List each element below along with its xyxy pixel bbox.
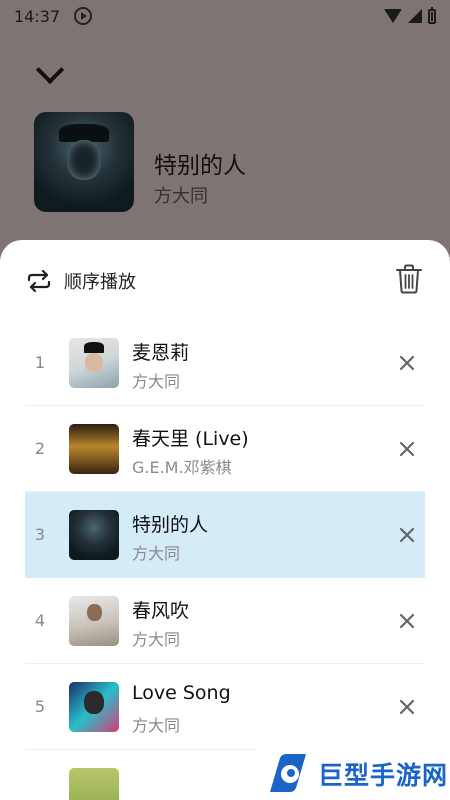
watermark-logo-icon: [270, 754, 306, 792]
song-row[interactable]: 5 Love Song 方大同: [25, 664, 425, 750]
song-list: 1 麦恩莉 方大同 2 春天里 (Live) G.E.M.邓紫棋 3 特别的人 …: [25, 320, 425, 750]
playlist-header: 顺序播放: [0, 240, 450, 322]
repeat-icon: [27, 270, 51, 292]
song-title: 麦恩莉: [132, 342, 190, 364]
song-cover-image: [69, 338, 119, 388]
watermark-logo: 巨型手游网: [258, 748, 450, 800]
chevron-down-icon: [35, 55, 65, 85]
battery-icon: [428, 6, 436, 24]
song-cover-image: [69, 424, 119, 474]
song-row[interactable]: 4 春风吹 方大同: [25, 578, 425, 664]
song-cover-image: [69, 682, 119, 732]
song-index: 5: [34, 697, 46, 716]
song-index: 3: [34, 525, 46, 544]
song-row-active[interactable]: 3 特别的人 方大同: [25, 492, 425, 578]
song-title: 春天里 (Live): [132, 428, 249, 450]
close-icon[interactable]: [395, 609, 419, 633]
song-artist: 方大同: [132, 372, 181, 391]
play-circle-icon: [74, 7, 93, 25]
playlist-sheet: 顺序播放 1 麦恩莉 方大同 2 春天里 (Live) G.E.M.邓紫棋 3 …: [0, 240, 450, 800]
song-artist: 方大同: [132, 716, 181, 735]
song-artist: 方大同: [132, 544, 181, 563]
trash-icon: [396, 264, 422, 294]
song-title: 春风吹: [132, 600, 190, 622]
collapse-player-button[interactable]: [30, 55, 70, 92]
album-art-image: [34, 112, 134, 212]
wifi-icon: [384, 9, 402, 23]
now-playing-artist: 方大同: [154, 186, 208, 207]
now-playing-title: 特别的人: [154, 153, 246, 179]
now-playing-album-cover: [34, 112, 134, 212]
song-title: 特别的人: [132, 514, 209, 536]
status-time: 14:37: [14, 6, 61, 26]
clear-playlist-button[interactable]: [396, 264, 422, 294]
song-index: 2: [34, 439, 46, 458]
status-indicators: [384, 6, 436, 24]
song-artist: G.E.M.邓紫棋: [132, 458, 232, 477]
song-cover-image: [69, 596, 119, 646]
close-icon[interactable]: [395, 695, 419, 719]
play-mode-label: 顺序播放: [64, 272, 136, 293]
song-index: 4: [34, 611, 46, 630]
song-artist: 方大同: [132, 630, 181, 649]
status-bar: 14:37: [0, 0, 450, 32]
close-icon[interactable]: [395, 437, 419, 461]
song-cover-image: [69, 510, 119, 560]
song-title: Love Song: [132, 682, 231, 704]
play-mode-button[interactable]: 顺序播放: [26, 268, 136, 294]
close-icon[interactable]: [395, 351, 419, 375]
cellular-signal-icon: [408, 9, 422, 23]
song-row[interactable]: 2 春天里 (Live) G.E.M.邓紫棋: [25, 406, 425, 492]
close-icon[interactable]: [395, 523, 419, 547]
song-index: 1: [34, 353, 46, 372]
song-cover-image: [69, 768, 119, 800]
watermark-text: 巨型手游网: [318, 761, 449, 790]
song-row[interactable]: 1 麦恩莉 方大同: [25, 320, 425, 406]
